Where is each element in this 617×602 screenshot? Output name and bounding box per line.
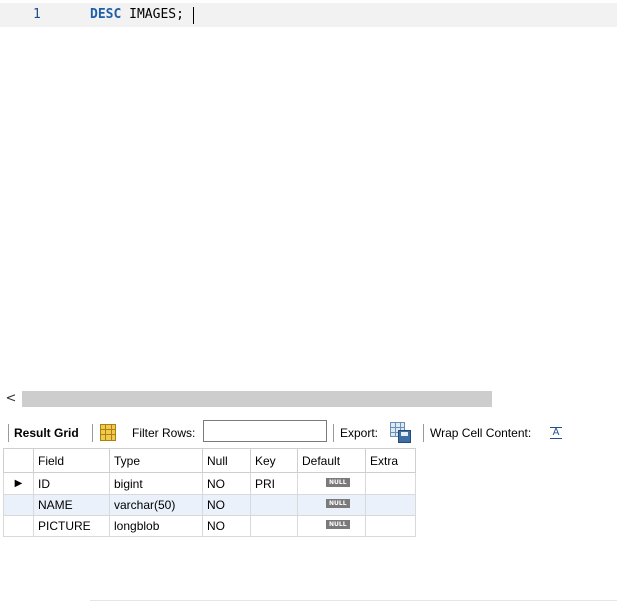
row-selector[interactable] — [3, 515, 34, 537]
column-header-default[interactable]: Default — [297, 448, 366, 473]
cell-field[interactable]: ID — [33, 472, 110, 495]
cell-extra[interactable] — [365, 494, 416, 516]
null-badge: NULL — [326, 499, 350, 508]
column-header-null[interactable]: Null — [202, 448, 251, 473]
sql-keyword: DESC — [90, 7, 122, 22]
cell-type[interactable]: bigint — [109, 472, 203, 495]
row-selector[interactable]: ▶ — [3, 472, 34, 495]
table-row[interactable]: ▶ ID bigint NO PRI NULL — [3, 472, 416, 495]
row-selector-header[interactable] — [3, 448, 34, 473]
cell-extra[interactable] — [365, 472, 416, 495]
cell-default[interactable]: NULL — [297, 472, 366, 495]
result-grid-tab[interactable]: Result Grid — [14, 426, 79, 440]
row-selector[interactable] — [3, 494, 34, 516]
cell-null[interactable]: NO — [202, 494, 251, 516]
column-header-type[interactable]: Type — [109, 448, 203, 473]
cell-field[interactable]: PICTURE — [33, 515, 110, 537]
filter-rows-label: Filter Rows: — [132, 426, 196, 440]
scrollbar-thumb[interactable] — [22, 391, 492, 407]
sql-statement[interactable]: DESC IMAGES; — [90, 7, 184, 22]
null-badge: NULL — [326, 477, 350, 487]
text-caret — [193, 7, 194, 24]
cell-type[interactable]: longblob — [109, 515, 203, 537]
filter-rows-input[interactable] — [203, 420, 327, 442]
wrap-cell-content-label: Wrap Cell Content: — [430, 426, 532, 440]
toolbar-separator — [333, 424, 334, 442]
cell-key[interactable] — [250, 515, 298, 537]
cell-type[interactable]: varchar(50) — [109, 494, 203, 516]
result-grid: Field Type Null Key Default Extra ▶ ID b… — [3, 448, 416, 537]
table-row[interactable]: NAME varchar(50) NO NULL — [3, 494, 416, 516]
line-number: 1 — [33, 7, 41, 22]
sql-editor[interactable]: 1 DESC IMAGES; — [0, 0, 617, 388]
form-editor-grid-icon[interactable] — [100, 424, 116, 441]
cell-null[interactable]: NO — [202, 472, 251, 495]
floppy-disk-icon — [398, 430, 411, 443]
wrap-text-icon[interactable]: A — [549, 425, 563, 441]
export-label: Export: — [340, 426, 379, 440]
result-toolbar: Result Grid Filter Rows: Export: Wrap Ce… — [0, 420, 617, 446]
header-row: Field Type Null Key Default Extra — [3, 448, 416, 473]
current-row-indicator-icon: ▶ — [14, 478, 23, 489]
column-header-extra[interactable]: Extra — [365, 448, 416, 473]
toolbar-separator — [423, 424, 424, 442]
sql-identifier: IMAGES — [121, 7, 177, 22]
scroll-left-button[interactable]: < — [4, 391, 18, 407]
sql-terminator: ; — [176, 7, 184, 22]
toolbar-separator — [92, 424, 93, 442]
null-badge: NULL — [326, 520, 350, 529]
column-header-field[interactable]: Field — [33, 448, 110, 473]
cell-extra[interactable] — [365, 515, 416, 537]
export-recordset-icon[interactable] — [390, 422, 412, 444]
editor-current-line[interactable]: 1 DESC IMAGES; — [0, 3, 617, 27]
cell-default[interactable]: NULL — [297, 494, 366, 516]
cell-key[interactable]: PRI — [250, 472, 298, 495]
toolbar-separator — [8, 424, 9, 442]
cell-null[interactable]: NO — [202, 515, 251, 537]
cell-field[interactable]: NAME — [33, 494, 110, 516]
table-row[interactable]: PICTURE longblob NO NULL — [3, 515, 416, 537]
cell-default[interactable]: NULL — [297, 515, 366, 537]
horizontal-scrollbar[interactable]: < — [0, 388, 617, 410]
cell-key[interactable] — [250, 494, 298, 516]
column-header-key[interactable]: Key — [250, 448, 298, 473]
panel-divider — [90, 600, 617, 601]
